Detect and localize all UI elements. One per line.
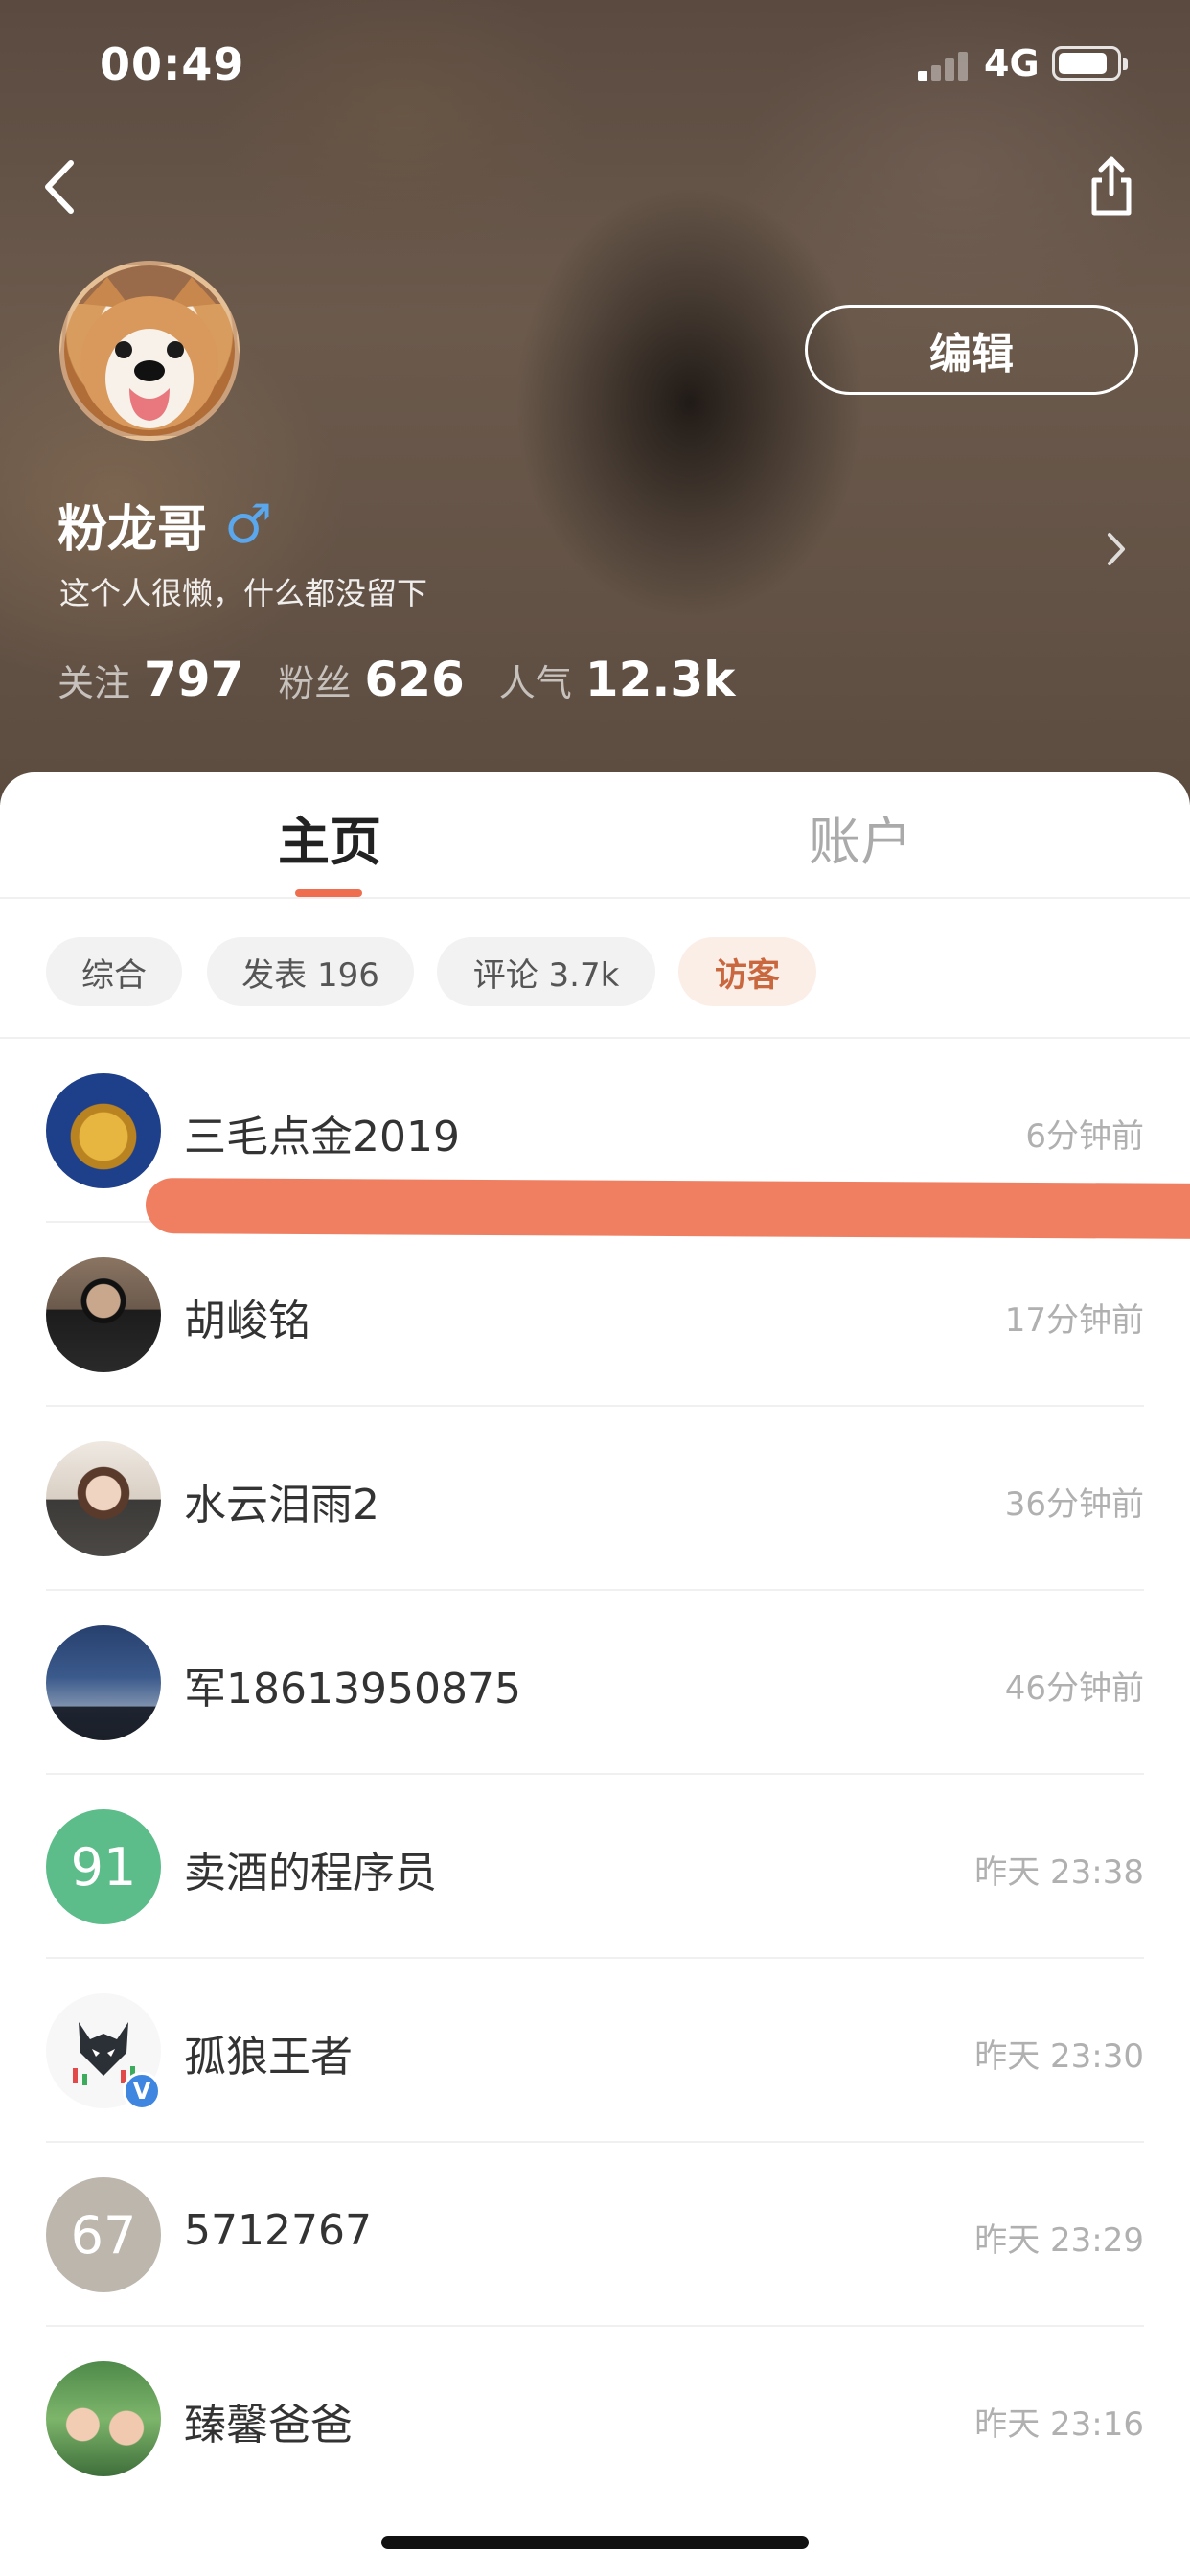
chevron-left-icon [45,160,74,214]
tab-account[interactable]: 账户 [809,799,912,875]
stat-followers-label[interactable]: 粉丝 [278,654,351,706]
visit-time: 6分钟前 [1025,1117,1144,1156]
home-indicator[interactable] [381,2536,809,2549]
visit-time: 46分钟前 [1004,1669,1144,1708]
share-button[interactable] [1083,153,1140,220]
list-item[interactable]: 军18613950875 46分钟前 [0,1591,1190,1775]
visitor-list: 三毛点金2019 6分钟前 胡峻铭 17分钟前 水云泪雨2 36分钟前 军186… [0,1039,1190,2511]
tab-home[interactable]: 主页 [278,799,381,875]
stat-popularity-value: 12.3k [584,652,736,707]
content-card: 主页 账户 综合 发表 196 评论 3.7k 访客 三毛点金2019 6分钟前… [0,772,1190,2576]
list-item[interactable]: 91 卖酒的程序员 昨天 23:38 [0,1775,1190,1959]
visit-time: 昨天 23:29 [974,2221,1144,2260]
visitor-name: 胡峻铭 [184,1297,310,1346]
list-item[interactable]: 胡峻铭 17分钟前 [0,1223,1190,1407]
male-gender-icon: ♂ [224,494,273,556]
stat-following-value[interactable]: 797 [144,652,243,707]
redaction-mark [145,1178,1190,1239]
avatar[interactable]: 91 [46,1809,161,1924]
user-avatar[interactable] [59,261,240,441]
list-item[interactable]: 水云泪雨2 36分钟前 [0,1407,1190,1591]
avatar[interactable] [46,2361,161,2476]
visit-time: 昨天 23:38 [974,1853,1144,1892]
stat-followers-value[interactable]: 626 [364,652,464,707]
status-bar: 00:49 4G [0,0,1190,125]
battery-icon [1052,46,1128,80]
list-item[interactable]: 臻馨爸爸 昨天 23:16 [0,2327,1190,2511]
filter-chip-posts[interactable]: 发表 196 [207,937,414,1006]
tab-bar: 主页 账户 [0,772,1190,899]
filter-chip-comments[interactable]: 评论 3.7k [437,937,655,1006]
status-time: 00:49 [100,38,245,90]
list-item[interactable]: V 孤狼王者 昨天 23:30 [0,1959,1190,2143]
profile-header: 00:49 4G 编辑 粉龙哥 ♂ 这个人很懒，什么都没留下 关注 797 粉丝… [0,0,1190,805]
visitor-name: 军18613950875 [184,1665,521,1714]
filter-chip-visitors[interactable]: 访客 [678,937,816,1006]
user-stats: 关注 797 粉丝 626 人气 12.3k [57,652,769,707]
visitor-name: 孤狼王者 [184,2033,353,2082]
avatar[interactable] [46,1625,161,1740]
filter-chip-all[interactable]: 综合 [46,937,182,1006]
username-row[interactable]: 粉龙哥 ♂ [57,489,272,561]
edit-profile-button[interactable]: 编辑 [805,305,1138,395]
visitor-name: 臻馨爸爸 [184,2401,353,2450]
user-bio: 这个人很懒，什么都没留下 [59,575,428,611]
avatar[interactable] [46,1257,161,1372]
dog-avatar-image [64,265,235,430]
network-type: 4G [984,42,1040,84]
share-icon [1091,156,1132,216]
signal-icon [918,50,968,80]
active-tab-indicator [295,889,362,897]
avatar[interactable] [46,1073,161,1188]
visitor-name: 水云泪雨2 [184,1481,379,1530]
back-button[interactable] [34,153,92,220]
visit-time: 昨天 23:30 [974,2037,1144,2076]
visitor-name: 卖酒的程序员 [184,1849,437,1898]
avatar[interactable] [46,1441,161,1556]
visitor-name: 三毛点金2019 [184,1113,460,1162]
profile-detail-button[interactable] [1102,525,1131,573]
stat-popularity-label: 人气 [498,662,572,704]
avatar[interactable]: 67 [46,2177,161,2292]
visit-time: 36分钟前 [1004,1485,1144,1524]
visit-time: 昨天 23:16 [974,2405,1144,2444]
filter-bar: 综合 发表 196 评论 3.7k 访客 [0,899,1190,1039]
stat-following-label[interactable]: 关注 [57,654,130,706]
visitor-name: 5712767 [184,2206,372,2255]
verified-badge-icon: V [123,2072,161,2110]
chevron-right-icon [1108,533,1125,565]
visit-time: 17分钟前 [1004,1301,1144,1340]
username: 粉龙哥 [57,501,208,559]
list-item[interactable]: 67 5712767 昨天 23:29 [0,2143,1190,2327]
